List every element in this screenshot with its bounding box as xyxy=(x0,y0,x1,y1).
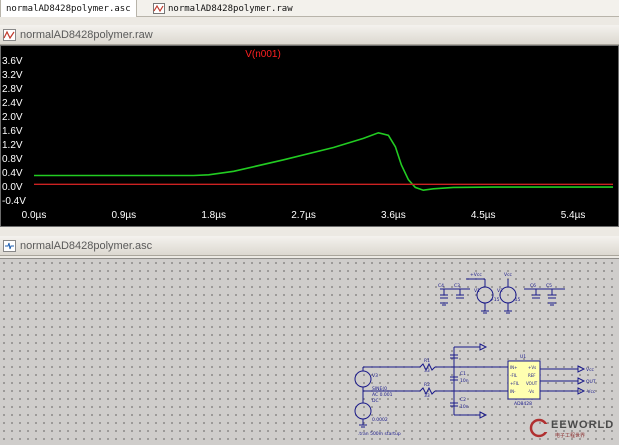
waveform-plot[interactable]: V(n001) 3.6V 3.2V 2.8V 2.4V 2.0V 1.6V 1.2V 0.8V 0… xyxy=(0,45,619,227)
y-tick-label: -0.4V xyxy=(2,196,26,207)
label-v3: V3 xyxy=(372,373,378,379)
label-v3-ac: AC 0.001 xyxy=(372,392,393,398)
x-tick-label: 2.7µs xyxy=(291,210,316,221)
waveform-window-titlebar[interactable]: normalAD8428polymer.raw xyxy=(0,25,619,45)
pin-in-minus: IN- xyxy=(510,389,516,394)
y-tick-label: 0.8V xyxy=(2,154,23,165)
schematic-window-titlebar[interactable]: normalAD8428polymer.asc xyxy=(0,236,619,256)
label-vcc-top: +Vcc xyxy=(470,272,482,278)
label-c4: C4 xyxy=(438,283,444,289)
file-tab-strip: normalAD8428polymer.asc normalAD8428poly… xyxy=(0,0,619,17)
watermark-sub: 电子工程世界 xyxy=(555,433,586,439)
label-v4-val: 0.0002 xyxy=(372,417,388,423)
y-tick-label: 3.6V xyxy=(2,56,23,67)
tab-label: normalAD8428polymer.asc xyxy=(6,3,131,14)
label-c1: C1 xyxy=(460,371,466,377)
pin-vs-plus: +Vs xyxy=(528,365,536,370)
waveform-chart: V(n001) 3.6V 3.2V 2.8V 2.4V 2.0V 1.6V 1.2V 0.8V 0… xyxy=(2,49,613,221)
schematic-canvas[interactable]: +Vcc Vcc V1 V2 +15 -15 C4 C3 C6 C5 R1 33… xyxy=(0,258,619,445)
pin-in-plus: IN+ xyxy=(510,365,518,370)
net-flag-out xyxy=(577,377,586,385)
waveform-icon xyxy=(153,3,165,14)
y-tick-label: 2.0V xyxy=(2,112,23,123)
ground-icon xyxy=(548,302,556,306)
waveform-window-title: normalAD8428polymer.raw xyxy=(20,28,153,41)
watermark-brand: EEWORLD xyxy=(551,419,615,431)
y-tick-label: 0.0V xyxy=(2,182,23,193)
eeworld-watermark: EEWORLD 电子工程世界 xyxy=(529,418,615,442)
series-line-vn001 xyxy=(34,131,613,192)
net-flag-vcc2 xyxy=(577,387,586,395)
schematic-icon xyxy=(3,239,16,252)
label-v3-dc: DC xyxy=(372,398,379,404)
y-tick-label: 1.2V xyxy=(2,140,23,151)
label-c6: C6 xyxy=(530,283,536,289)
x-tick-label: 5.4µs xyxy=(561,210,586,221)
tab-waveform[interactable]: normalAD8428polymer.raw xyxy=(148,0,298,17)
x-tick-label: 0.9µs xyxy=(112,210,137,221)
pin-fil-minus: -FIL xyxy=(510,373,518,378)
label-r1: R1 xyxy=(424,358,430,364)
label-u1: U1 xyxy=(520,354,526,360)
label-v2: V2 xyxy=(497,288,503,294)
label-r2: R2 xyxy=(424,382,430,388)
ground-icon xyxy=(504,310,512,314)
label-c3: C3 xyxy=(454,283,460,289)
voltage-source-v3 xyxy=(354,370,372,388)
label-part: AD8428 xyxy=(514,401,532,407)
label-v2-val: -15 xyxy=(513,297,520,303)
x-tick-label: 4.5µs xyxy=(471,210,496,221)
x-tick-label: 3.6µs xyxy=(381,210,406,221)
pin-fil-plus: +FIL xyxy=(510,381,520,386)
ground-icon xyxy=(481,310,489,314)
label-v1-val: +15 xyxy=(490,297,500,303)
net-flag xyxy=(479,343,488,351)
label-c2: C2 xyxy=(460,397,466,403)
ground-icon xyxy=(440,302,448,306)
label-vcc-top2: Vcc xyxy=(504,272,513,278)
y-tick-label: 3.2V xyxy=(2,70,23,81)
y-tick-label: 1.6V xyxy=(2,126,23,137)
voltage-source-v4 xyxy=(354,402,372,420)
eeworld-logo-icon xyxy=(529,418,549,438)
y-tick-label: 2.4V xyxy=(2,98,23,109)
label-r1-val: 33 xyxy=(424,368,430,374)
label-c2-val: 10n xyxy=(460,404,469,410)
ground-icon xyxy=(359,424,367,428)
schematic-window-title: normalAD8428polymer.asc xyxy=(20,239,153,252)
tab-schematic[interactable]: normalAD8428polymer.asc xyxy=(0,0,137,17)
label-tran: .tran 500m startup xyxy=(358,431,401,437)
net-flag-vcc xyxy=(577,365,586,373)
label-c5: C5 xyxy=(546,283,552,289)
label-c1-val: 10n xyxy=(460,378,469,384)
y-tick-label: 0.4V xyxy=(2,168,23,179)
pin-ref: REF xyxy=(528,373,536,378)
net-label-vcc: Vcc xyxy=(586,367,595,373)
y-tick-label: 2.8V xyxy=(2,84,23,95)
tab-label: normalAD8428polymer.raw xyxy=(168,3,293,14)
pin-vout: VOUT xyxy=(526,381,538,386)
waveform-icon xyxy=(3,28,16,41)
net-flag xyxy=(479,411,488,419)
x-tick-label: 0.0µs xyxy=(22,210,47,221)
net-label-out: OUT xyxy=(586,379,596,385)
x-tick-label: 1.8µs xyxy=(201,210,226,221)
label-v1: V1 xyxy=(474,288,480,294)
trace-label: V(n001) xyxy=(245,49,281,60)
label-v3-sine: SINE(0 xyxy=(372,386,387,392)
label-r2-val: 33 xyxy=(424,393,430,399)
ltspice-window: normalAD8428polymer.asc normalAD8428poly… xyxy=(0,0,619,445)
schematic-drawing: +Vcc Vcc V1 V2 +15 -15 C4 C3 C6 C5 R1 33… xyxy=(354,272,596,437)
pin-vs-minus: -Vs xyxy=(528,389,534,394)
net-label-vcc2: -Vcc xyxy=(586,389,596,395)
